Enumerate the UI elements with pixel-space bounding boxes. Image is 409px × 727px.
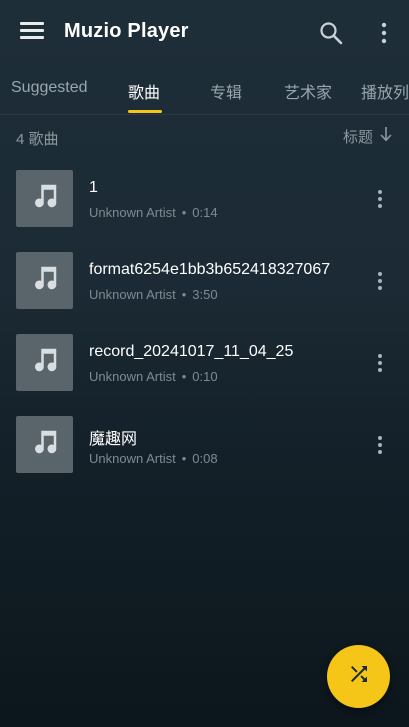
song-title: 1 [89,179,98,196]
album-art [16,334,73,391]
shuffle-icon [347,662,371,691]
song-title: format6254e1bb3b652418327067 [89,261,331,278]
music-note-icon [30,181,60,216]
song-artist: Unknown Artist [89,287,176,302]
separator-dot: • [181,287,187,302]
tab-artists[interactable]: 艺术家 [284,79,332,103]
song-duration: 0:08 [192,451,218,466]
tab-suggested[interactable]: Suggested [11,79,88,97]
song-duration: 0:10 [192,369,218,384]
list-header: 4 歌曲 标题 [0,115,409,159]
app-bar: Muzio Player [0,0,409,64]
menu-icon[interactable] [20,22,44,42]
sort-label: 标题 [342,129,373,146]
app-title: Muzio Player [64,20,189,42]
song-meta: Unknown Artist • 3:50 [89,287,218,302]
song-artist: Unknown Artist [89,451,176,466]
music-note-icon [30,427,60,462]
more-vert-icon[interactable] [370,433,390,457]
song-meta: Unknown Artist • 0:14 [89,205,218,220]
separator-dot: • [181,205,187,220]
music-note-icon [30,345,60,380]
tab-playlists[interactable]: 播放列 [361,79,409,103]
search-icon[interactable] [318,20,344,46]
tab-indicator [128,110,162,113]
song-row[interactable]: format6254e1bb3b652418327067 Unknown Art… [0,252,409,334]
music-note-icon [30,263,60,298]
song-row[interactable]: record_20241017_11_04_25 Unknown Artist •… [0,334,409,416]
album-art [16,416,73,473]
tab-albums[interactable]: 专辑 [210,79,242,103]
song-title: 魔趣网 [89,431,138,448]
song-duration: 0:14 [192,205,218,220]
song-title: record_20241017_11_04_25 [89,343,294,360]
more-vert-icon[interactable] [370,351,390,375]
song-count: 4 歌曲 [16,131,59,148]
more-vert-icon[interactable] [372,20,396,46]
separator-dot: • [181,451,187,466]
song-row[interactable]: 1 Unknown Artist • 0:14 [0,170,409,252]
song-meta: Unknown Artist • 0:10 [89,369,218,384]
arrow-down-icon [379,126,393,147]
album-art [16,252,73,309]
tab-songs[interactable]: 歌曲 [128,79,160,103]
song-row[interactable]: 魔趣网 Unknown Artist • 0:08 [0,416,409,498]
tab-bar: Suggested 歌曲 专辑 艺术家 播放列 [0,64,409,114]
separator-dot: • [181,369,187,384]
sort-button[interactable]: 标题 [343,126,393,147]
song-artist: Unknown Artist [89,205,176,220]
song-artist: Unknown Artist [89,369,176,384]
more-vert-icon[interactable] [370,269,390,293]
more-vert-icon[interactable] [370,187,390,211]
song-duration: 3:50 [192,287,218,302]
shuffle-button[interactable] [327,645,390,708]
album-art [16,170,73,227]
song-meta: Unknown Artist • 0:08 [89,451,218,466]
